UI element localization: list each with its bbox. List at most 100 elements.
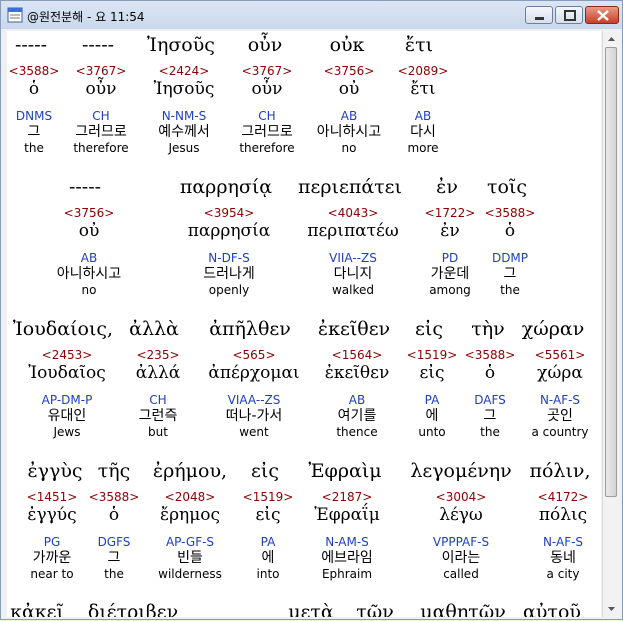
greek-word[interactable]: ----- [69,176,101,198]
word-block[interactable]: <4172> πόλις N-AF-S 동네 a city [538,490,589,581]
app-icon [7,7,23,23]
english-gloss: a city [546,567,580,581]
minimize-button[interactable] [525,6,553,24]
english-gloss: therefore [73,141,129,155]
strong-number: <3588> [8,64,60,78]
strong-number: <3756> [63,206,115,220]
greek-word[interactable]: αὐτοῦ [523,601,581,617]
parsing-code: AB [414,109,432,123]
lexical-form: ὁ [484,363,496,383]
word-block[interactable]: <2424> Ἰησοῦς N-NM-S 예수께서 Jesus [154,64,215,155]
word-block[interactable]: <565> ἀπέρχομαι VIAA--ZS 떠나-가서 went [208,348,299,439]
korean-gloss: 그러므로 [75,124,127,140]
english-gloss: but [148,425,168,439]
greek-word[interactable]: χώραν [522,318,585,340]
greek-word[interactable]: τοῖς [487,176,527,198]
greek-word[interactable]: κἀκεῖ [10,601,64,617]
title-bar[interactable]: @원전분해 - 요 11:54 [1,1,622,29]
word-block[interactable]: <3588> ὁ DGFS 그 the [89,490,140,581]
word-block[interactable]: <235> ἀλλά CH 그런즉 but [136,348,181,439]
scroll-down-button[interactable] [603,600,620,617]
greek-word[interactable]: Ἐφραὶμ [308,460,381,482]
lexical-form: λέγω [439,505,483,525]
word-block[interactable]: <1519> εἰς PA 에 unto [407,348,458,439]
lexical-form: ἐγγύς [27,505,77,525]
word-block[interactable]: <1564> ἐκεῖθεν AB 여기를 thence [325,348,390,439]
greek-word[interactable]: τὴν [471,318,504,340]
greek-word[interactable]: διέτριβεν [88,601,178,617]
word-block[interactable]: <1722> ἐν PD 가운데 among [425,206,476,297]
strong-number: <1519> [242,490,294,504]
greek-word[interactable]: Ἰουδαίοις, [13,318,113,340]
scroll-up-button[interactable] [603,31,620,48]
app-window: @원전분해 - 요 11:54 ----- ----- Ἰησοῦς οὖν ο… [0,0,623,620]
greek-word[interactable]: ἐρήμου, [153,460,227,482]
greek-word[interactable]: ----- [15,34,47,56]
word-block[interactable]: <5561> χώρα N-AF-S 곳인 a country [531,348,588,439]
greek-word[interactable]: περιεπάτει [298,176,402,198]
parsing-code: AB [348,393,366,407]
chevron-up-icon [608,37,615,41]
parsing-code: DNMS [15,109,53,123]
lexical-form: ὁ [108,505,120,525]
word-block[interactable]: <3756> οὐ AB 아니하시고 no [57,206,121,297]
word-block[interactable]: <1519> εἰς PA 에 into [243,490,294,581]
greek-word[interactable]: ἐν [436,176,458,198]
interlinear-view[interactable]: ----- ----- Ἰησοῦς οὖν οὐκ ἔτι <3588> ὁ … [7,31,601,617]
parsing-code: CH [258,109,276,123]
greek-word[interactable]: παρρησίᾳ [180,176,272,198]
word-block[interactable]: <3767> οὖν CH 그러므로 therefore [239,64,294,155]
greek-word[interactable]: τῶν [356,601,394,617]
greek-word[interactable]: ἐκεῖθεν [318,318,390,340]
greek-word[interactable]: Ἰησοῦς [147,34,215,56]
english-gloss: Ephraim [321,567,373,581]
greek-word[interactable]: οὐκ [330,34,365,56]
word-block[interactable]: <3004> λέγω VPPPAF-S 이라는 called [433,490,489,581]
word-block[interactable]: <2089> ἔτι AB 다시 more [398,64,449,155]
greek-word[interactable]: ἔτι [405,34,433,56]
word-block[interactable]: <3756> οὐ AB 아니하시고 no [317,64,381,155]
english-gloss: Jews [53,425,81,439]
greek-word[interactable]: εἰς [251,460,279,482]
strong-number: <5561> [534,348,586,362]
greek-word[interactable]: οὖν [248,34,283,56]
greek-word[interactable]: τῆς [98,460,131,482]
greek-word[interactable]: ἐγγὺς [27,460,82,482]
korean-gloss: 가까운 [32,550,72,566]
korean-gloss: 떠나-가서 [225,408,283,424]
greek-word[interactable]: λεγομένην [410,460,511,482]
chevron-down-icon [608,607,615,611]
greek-word[interactable]: ἀπῆλθεν [209,318,291,340]
greek-word[interactable]: μετὰ [288,601,334,617]
word-block[interactable]: <3588> ὁ DDMP 그 the [485,206,536,297]
word-block[interactable]: <3588> ὁ DNMS 그 the [9,64,60,155]
word-block[interactable]: <4043> περιπατέω VIIA--ZS 다니지 walked [307,206,398,297]
scrollbar-thumb[interactable] [605,47,617,497]
strong-number: <235> [136,348,180,362]
greek-word[interactable]: εἰς [415,318,443,340]
word-block[interactable]: <2048> ἔρημος AP-GF-S 빈들 wilderness [158,490,222,581]
minimize-icon [535,17,544,20]
english-gloss: walked [331,283,375,297]
word-block[interactable]: <3767> οὖν CH 그러므로 therefore [73,64,128,155]
parsing-code: AP-DM-P [41,393,93,407]
close-button[interactable] [585,6,619,24]
word-block[interactable]: <1451> ἐγγύς PG 가까운 near to [27,490,78,581]
word-block[interactable]: <2453> Ἰουδαῖος AP-DM-P 유대인 Jews [28,348,106,439]
korean-gloss: 그 [483,408,497,424]
parsing-code: N-NM-S [161,109,207,123]
greek-word[interactable]: ἀλλὰ [129,318,179,340]
parsing-code: N-AF-S [539,393,581,407]
greek-word[interactable]: πόλιν, [529,460,590,482]
lexical-form: Ἰουδαῖος [28,363,106,383]
word-block[interactable]: <2187> Ἐφραΐμ N-AM-S 에브라임 Ephraim [314,490,380,581]
parsing-code: N-AF-S [542,535,584,549]
greek-word[interactable]: ----- [82,34,114,56]
word-block[interactable]: <3588> ὁ DAFS 그 the [465,348,516,439]
vertical-scrollbar[interactable] [602,31,620,617]
english-gloss: among [429,283,471,297]
word-block[interactable]: <3954> παρρησία N-DF-S 드러나게 openly [188,206,271,297]
greek-word[interactable]: μαθητῶν [420,601,506,617]
korean-gloss: 다니지 [333,266,373,282]
maximize-button[interactable] [555,6,583,24]
